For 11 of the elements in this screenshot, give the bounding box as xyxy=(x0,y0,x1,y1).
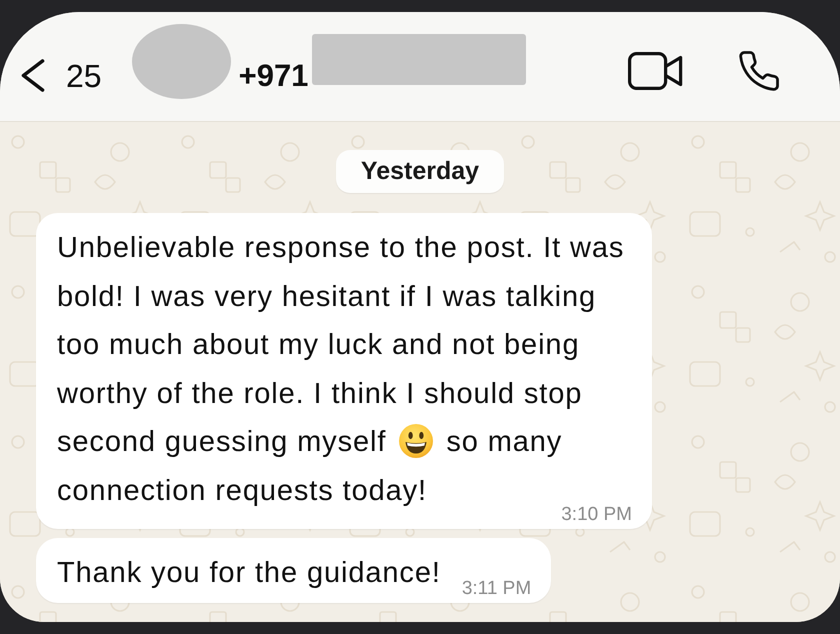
phone-icon[interactable] xyxy=(738,50,780,90)
message-text: Thank you for the guidance! xyxy=(57,557,441,589)
video-camera-icon[interactable] xyxy=(628,52,683,90)
chevron-left-icon xyxy=(20,59,45,92)
date-label: Yesterday xyxy=(336,150,504,193)
contact-name[interactable]: +971 xyxy=(238,58,308,94)
back-button[interactable]: 25 xyxy=(20,58,102,94)
message-time: 3:11 PM xyxy=(462,580,532,598)
grinning-face-icon xyxy=(399,424,434,458)
message-time: 3:10 PM xyxy=(561,506,632,524)
message-text: Unbelievable response to the post. It was bold! I was very hesitant if I was talking too much about my luck and not being worthy of the role. I think I should stop second guessing myself so many connection requests today! xyxy=(57,232,624,506)
